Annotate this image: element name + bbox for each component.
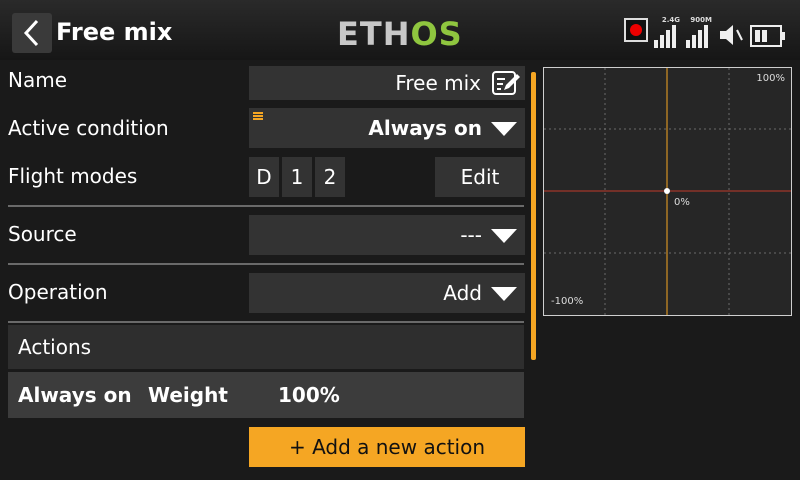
operation-value: Add	[443, 281, 482, 305]
name-value: Free mix	[395, 71, 481, 95]
operation-select[interactable]: Add	[249, 273, 525, 313]
graph-grid	[544, 68, 791, 315]
action-row[interactable]: Always on Weight 100%	[8, 372, 524, 418]
chevron-left-icon	[23, 19, 39, 47]
active-condition-label: Active condition	[8, 116, 169, 140]
actions-title: Actions	[18, 335, 92, 359]
record-icon	[624, 18, 648, 42]
logo-text-left: ETH	[337, 15, 411, 53]
add-action-button[interactable]: + Add a new action	[249, 427, 525, 467]
graph-center-label: 0%	[674, 197, 690, 208]
signal-2g4-tag: 2.4G	[661, 16, 680, 24]
ethos-logo: ETHOS	[337, 16, 463, 52]
active-condition-select[interactable]: Always on	[249, 108, 525, 148]
signal-900m-tag: 900M	[690, 16, 712, 24]
curve-graph: 100% 0% -100%	[543, 67, 792, 316]
source-label: Source	[8, 222, 77, 246]
flight-mode-1[interactable]: 1	[282, 157, 312, 197]
source-select[interactable]: ---	[249, 215, 525, 255]
action-value: 100%	[278, 383, 340, 407]
graph-bottom-label: -100%	[551, 296, 584, 307]
flight-mode-2[interactable]: 2	[315, 157, 345, 197]
divider	[8, 321, 524, 323]
logo-text-right: OS	[410, 15, 463, 53]
actions-header: Actions	[8, 325, 524, 369]
scrollbar[interactable]	[531, 72, 536, 360]
dropdown-arrow-icon	[491, 287, 517, 301]
name-label: Name	[8, 68, 68, 92]
source-value: ---	[460, 223, 482, 247]
graph-top-label: 100%	[756, 73, 785, 84]
divider	[8, 205, 524, 207]
flight-modes-label: Flight modes	[8, 164, 138, 188]
flight-modes-edit-button[interactable]: Edit	[435, 157, 525, 197]
status-icons: 2.4G 900M	[624, 14, 786, 48]
back-button[interactable]	[12, 13, 52, 53]
signal-900m-icon: 900M	[686, 16, 712, 48]
top-bar: Free mix ETHOS 2.4G 900M	[0, 0, 800, 60]
graph-point	[664, 188, 670, 194]
signal-2g4-icon: 2.4G	[654, 16, 680, 48]
edit-text-icon	[492, 71, 520, 95]
action-condition: Always on	[18, 383, 132, 407]
dropdown-arrow-icon	[491, 229, 517, 243]
divider	[8, 263, 524, 265]
name-field[interactable]: Free mix	[249, 66, 525, 100]
flight-mode-d[interactable]: D	[249, 157, 279, 197]
reorder-icon	[253, 112, 263, 120]
battery-icon	[750, 25, 785, 47]
action-type: Weight	[148, 383, 228, 407]
dropdown-arrow-icon	[491, 122, 517, 136]
speaker-muted-icon	[720, 25, 743, 45]
operation-label: Operation	[8, 280, 108, 304]
page-title: Free mix	[56, 18, 173, 46]
active-condition-value: Always on	[368, 116, 482, 140]
